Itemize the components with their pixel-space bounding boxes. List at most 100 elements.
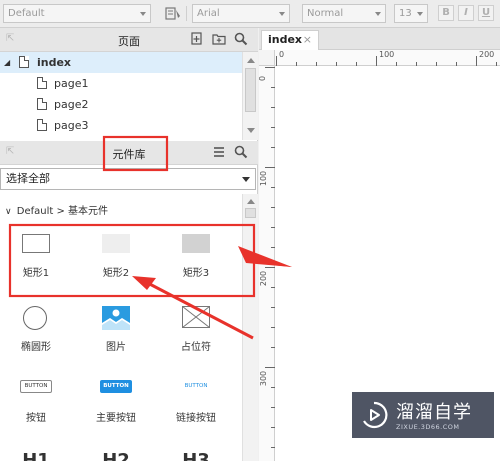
widget-label: H3 bbox=[182, 450, 210, 461]
page-icon bbox=[37, 77, 47, 89]
font-size-value: 13 bbox=[399, 8, 412, 19]
vertical-ruler: 0 100 200 300 bbox=[258, 66, 275, 461]
widget-label: 矩形1 bbox=[22, 268, 50, 279]
ruler-label: 0 bbox=[258, 75, 267, 81]
widget-placeholder[interactable]: 占位符 bbox=[160, 306, 232, 356]
font-select-value: Arial bbox=[197, 8, 220, 19]
toolbar: Default Arial Normal 13 B I U bbox=[0, 0, 500, 28]
canvas-tab-bar: index × bbox=[259, 28, 500, 50]
close-icon[interactable]: × bbox=[303, 31, 312, 49]
ruler-label: 100 bbox=[259, 170, 269, 187]
chevron-down-icon bbox=[375, 12, 381, 16]
page-tree-item-page1[interactable]: page1 bbox=[0, 73, 242, 94]
rectangle-preview bbox=[22, 234, 50, 253]
widget-label: 主要按钮 bbox=[96, 413, 136, 424]
widget-rect1[interactable]: 矩形1 bbox=[0, 232, 72, 282]
ruler-label: 0 bbox=[279, 50, 285, 59]
image-icon bbox=[102, 306, 130, 330]
widget-h2[interactable]: H2 bbox=[80, 450, 152, 461]
chevron-down-icon bbox=[417, 12, 423, 16]
widget-link-button[interactable]: BUTTON 链接按钮 bbox=[160, 380, 232, 430]
underline-button[interactable]: U bbox=[478, 5, 494, 21]
style-select-value: Default bbox=[8, 8, 45, 19]
widget-ellipse[interactable]: 椭圆形 bbox=[0, 306, 72, 356]
widget-label: 链接按钮 bbox=[176, 413, 216, 424]
add-page-icon[interactable] bbox=[190, 32, 204, 46]
menu-icon[interactable] bbox=[212, 145, 226, 159]
widget-image[interactable]: 图片 bbox=[80, 306, 152, 356]
style-select[interactable]: Default bbox=[3, 4, 151, 23]
chevron-down-icon bbox=[242, 177, 250, 182]
page-icon bbox=[37, 119, 47, 131]
horizontal-ruler: 0 100 200 bbox=[275, 50, 500, 66]
library-scrollbar[interactable] bbox=[242, 194, 258, 461]
italic-button[interactable]: I bbox=[458, 5, 474, 21]
library-select-value: 选择全部 bbox=[6, 172, 50, 185]
widget-label: 占位符 bbox=[181, 342, 211, 353]
page-tree-item-index[interactable]: ◢ index bbox=[0, 52, 242, 73]
search-icon[interactable] bbox=[234, 32, 248, 46]
widget-h3[interactable]: H3 bbox=[160, 450, 232, 461]
page-label: page1 bbox=[54, 77, 89, 90]
ellipse-preview bbox=[23, 306, 47, 330]
watermark: 溜溜自学 ZIXUE.3D66.COM bbox=[352, 392, 494, 438]
page-tree-item-page2[interactable]: page2 bbox=[0, 94, 242, 115]
pages-panel-header: ⇱ 页面 bbox=[0, 28, 258, 52]
pages-scrollbar[interactable] bbox=[242, 52, 258, 140]
page-icon bbox=[37, 98, 47, 110]
widget-label: 椭圆形 bbox=[21, 342, 51, 353]
left-panel: ⇱ 页面 ◢ index page1 page2 page3 ⇱ 元件库 选择全… bbox=[0, 28, 258, 461]
play-logo-icon bbox=[363, 401, 388, 429]
weight-select[interactable]: Normal bbox=[302, 4, 386, 23]
scrollbar-thumb[interactable] bbox=[245, 208, 256, 218]
library-panel-header: ⇱ 元件库 bbox=[0, 141, 258, 165]
font-size-select[interactable]: 13 bbox=[394, 4, 428, 23]
tab-index[interactable]: index × bbox=[261, 30, 319, 50]
widget-label: 矩形2 bbox=[102, 268, 130, 279]
widget-label: 矩形3 bbox=[182, 268, 210, 279]
widget-rect2[interactable]: 矩形2 bbox=[80, 232, 152, 282]
rectangle-preview bbox=[182, 234, 210, 253]
watermark-brand: 溜溜自学 bbox=[396, 402, 472, 423]
ruler-label: 100 bbox=[379, 50, 395, 59]
page-tree-item-page3[interactable]: page3 bbox=[0, 115, 242, 136]
rectangle-preview bbox=[102, 234, 130, 253]
ruler-corner bbox=[259, 50, 275, 66]
font-select[interactable]: Arial bbox=[192, 4, 290, 23]
widget-h1[interactable]: H1 bbox=[0, 450, 72, 461]
button-preview: BUTTON bbox=[20, 380, 52, 393]
widget-label: H2 bbox=[102, 450, 130, 461]
watermark-url: ZIXUE.3D66.COM bbox=[396, 423, 460, 431]
widget-rect3[interactable]: 矩形3 bbox=[160, 232, 232, 282]
expand-triangle-icon[interactable]: ◢ bbox=[4, 52, 10, 73]
library-path-label: Default > 基本元件 bbox=[16, 206, 109, 217]
chevron-down-icon bbox=[279, 12, 285, 16]
scrollbar-thumb[interactable] bbox=[245, 68, 256, 112]
add-folder-icon[interactable] bbox=[212, 32, 226, 46]
ruler-label: 200 bbox=[479, 50, 495, 59]
weight-select-value: Normal bbox=[307, 8, 344, 19]
page-icon bbox=[19, 56, 29, 68]
bold-button[interactable]: B bbox=[438, 5, 454, 21]
scroll-down-icon[interactable] bbox=[247, 128, 255, 133]
page-label: page2 bbox=[54, 98, 89, 111]
widget-button[interactable]: BUTTON 按钮 bbox=[0, 380, 72, 430]
widget-primary-button[interactable]: BUTTON 主要按钮 bbox=[80, 380, 152, 430]
search-icon[interactable] bbox=[234, 145, 248, 159]
link-button-preview: BUTTON bbox=[184, 383, 208, 389]
page-label: index bbox=[37, 56, 72, 69]
ruler-label: 200 bbox=[259, 270, 269, 287]
library-select[interactable]: 选择全部 bbox=[0, 168, 256, 190]
scroll-up-icon[interactable] bbox=[247, 58, 255, 63]
ruler-ticks bbox=[265, 67, 275, 448]
page-label: page3 bbox=[54, 119, 89, 132]
widget-label: H1 bbox=[22, 450, 50, 461]
format-painter-icon[interactable] bbox=[165, 6, 181, 21]
scroll-up-icon[interactable] bbox=[247, 199, 255, 204]
chevron-down-icon bbox=[140, 12, 146, 16]
ruler-label: 300 bbox=[259, 370, 269, 387]
widget-label: 图片 bbox=[106, 342, 126, 353]
placeholder-icon bbox=[182, 306, 210, 328]
primary-button-preview: BUTTON bbox=[100, 380, 132, 393]
library-breadcrumb[interactable]: ∨ Default > 基本元件 bbox=[5, 202, 108, 217]
